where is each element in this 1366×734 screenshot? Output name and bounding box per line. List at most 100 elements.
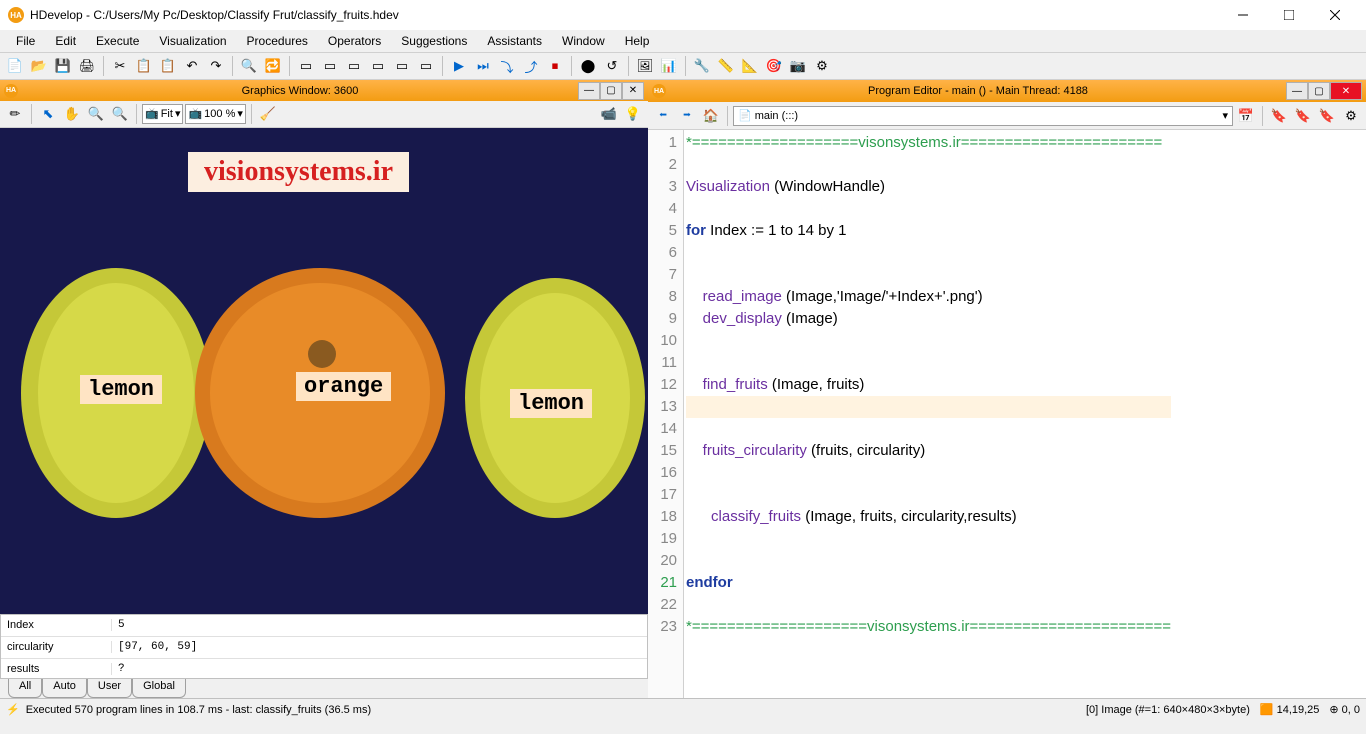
graphics-toolbar: ✏ ⬉ ✋ 🔍 🔍 📺 Fit ▾ 📺 100 % ▾ 🧹 📹 💡 (0, 101, 648, 128)
replace-icon[interactable]: 🔁 (262, 55, 284, 77)
pencil-icon[interactable]: ✏ (4, 103, 26, 125)
label-lemon2: lemon (510, 389, 592, 418)
menu-execute[interactable]: Execute (86, 32, 149, 50)
settings-icon[interactable]: ⚙ (1340, 105, 1362, 127)
menu-file[interactable]: File (6, 32, 45, 50)
bookmark-icon[interactable]: 🔖 (1268, 105, 1290, 127)
graphics-canvas[interactable]: visionsystems.ir lemon orange lemon (0, 128, 648, 614)
new-icon[interactable]: 📄 (4, 55, 26, 77)
exec-icon: ⚡ (6, 703, 20, 716)
cut-icon[interactable]: ✂ (109, 55, 131, 77)
undo-icon[interactable]: ↶ (181, 55, 203, 77)
save-icon[interactable]: 💾 (52, 55, 74, 77)
back-icon[interactable]: ⬅ (652, 105, 674, 127)
pe-min-button[interactable]: — (1286, 82, 1308, 100)
paste-icon[interactable]: 📋 (157, 55, 179, 77)
pe-max-button[interactable]: ▢ (1308, 82, 1330, 100)
breakpoint-icon[interactable]: ⬤ (577, 55, 599, 77)
stop-icon[interactable]: ⏹ (544, 55, 566, 77)
menu-window[interactable]: Window (552, 32, 615, 50)
var-row-results[interactable]: results ? (1, 659, 647, 679)
print-icon[interactable]: 🖨 (76, 55, 98, 77)
maximize-button[interactable] (1266, 0, 1312, 30)
menu-assistants[interactable]: Assistants (477, 32, 552, 50)
assist5-icon[interactable]: 📷 (787, 55, 809, 77)
assist3-icon[interactable]: 📐 (739, 55, 761, 77)
hdevelop-icon: HA (4, 84, 18, 98)
win6-icon[interactable]: ▭ (415, 55, 437, 77)
var-val-circularity: [97, 60, 59] (111, 641, 647, 653)
forward-icon[interactable]: ➡ (676, 105, 698, 127)
assist4-icon[interactable]: 🎯 (763, 55, 785, 77)
bookmark-prev-icon[interactable]: 🔖 (1316, 105, 1338, 127)
main-toolbar: 📄 📂 💾 🖨 ✂ 📋 📋 ↶ ↷ 🔍 🔁 ▭ ▭ ▭ ▭ ▭ ▭ ▶ ⏭ ⤵ … (0, 52, 1366, 80)
graphics-panel: HA Graphics Window: 3600 — ▢ ✕ ✏ ⬉ ✋ 🔍 🔍… (0, 80, 648, 698)
assist1-icon[interactable]: 🔧 (691, 55, 713, 77)
variables-icon[interactable]: 📊 (658, 55, 680, 77)
title-text: HDevelop - C:/Users/My Pc/Desktop/Classi… (30, 8, 399, 22)
pointer-icon[interactable]: ⬉ (37, 103, 59, 125)
code-body[interactable]: *===================visonsystems.ir=====… (684, 130, 1173, 698)
step-into-icon[interactable]: ⤵ (496, 55, 518, 77)
win5-icon[interactable]: ▭ (391, 55, 413, 77)
menu-procedures[interactable]: Procedures (237, 32, 318, 50)
menu-edit[interactable]: Edit (45, 32, 86, 50)
win3-icon[interactable]: ▭ (343, 55, 365, 77)
code-editor[interactable]: 1234567891011121314151617181920212223 *=… (648, 130, 1366, 698)
var-val-results: ? (111, 663, 647, 675)
var-tabs: All Auto User Global (0, 679, 648, 698)
status-image: [0] Image (#=1: 640×480×3×byte) (1086, 704, 1250, 716)
close-button[interactable] (1312, 0, 1358, 30)
assist2-icon[interactable]: 📏 (715, 55, 737, 77)
find-icon[interactable]: 🔍 (238, 55, 260, 77)
var-row-circularity[interactable]: circularity [97, 60, 59] (1, 637, 647, 659)
gw-close-button[interactable]: ✕ (622, 82, 644, 100)
minimize-button[interactable] (1220, 0, 1266, 30)
menu-visualization[interactable]: Visualization (149, 32, 236, 50)
redo-icon[interactable]: ↷ (205, 55, 227, 77)
step-out-icon[interactable]: ⤴ (520, 55, 542, 77)
record-icon[interactable]: 📹 (598, 103, 620, 125)
bookmark-next-icon[interactable]: 🔖 (1292, 105, 1314, 127)
status-coords: 14,19,25 (1277, 704, 1320, 716)
hand-icon[interactable]: ✋ (61, 103, 83, 125)
copy-icon[interactable]: 📋 (133, 55, 155, 77)
home-icon[interactable]: 🏠 (700, 105, 722, 127)
tab-auto[interactable]: Auto (42, 679, 87, 698)
statusbar: ⚡ Executed 570 program lines in 108.7 ms… (0, 698, 1366, 720)
lightbulb-icon[interactable]: 💡 (622, 103, 644, 125)
win1-icon[interactable]: ▭ (295, 55, 317, 77)
gw-max-button[interactable]: ▢ (600, 82, 622, 100)
target-icon: ⊕ (1329, 703, 1338, 716)
zoom-in-icon[interactable]: 🔍 (85, 103, 107, 125)
status-pos: 0, 0 (1342, 704, 1360, 716)
open-icon[interactable]: 📂 (28, 55, 50, 77)
fit-combo[interactable]: 📺 Fit ▾ (142, 104, 183, 124)
run-icon[interactable]: ▶ (448, 55, 470, 77)
procedure-combo[interactable]: 📄 main (:::)▾ (733, 106, 1233, 126)
zoom-combo[interactable]: 📺 100 % ▾ (185, 104, 245, 124)
pe-close-button[interactable]: ✕ (1330, 82, 1362, 100)
status-exec: Executed 570 program lines in 108.7 ms -… (26, 704, 371, 716)
gw-min-button[interactable]: — (578, 82, 600, 100)
win2-icon[interactable]: ▭ (319, 55, 341, 77)
tab-user[interactable]: User (87, 679, 132, 698)
menu-suggestions[interactable]: Suggestions (391, 32, 477, 50)
menubar: File Edit Execute Visualization Procedur… (0, 30, 1366, 52)
step-over-icon[interactable]: ⏭ (472, 55, 494, 77)
menu-operators[interactable]: Operators (318, 32, 391, 50)
zoom-out-icon[interactable]: 🔍 (109, 103, 131, 125)
tab-all[interactable]: All (8, 679, 42, 698)
graphics-icon[interactable]: 🖼 (634, 55, 656, 77)
fit-label: Fit (161, 108, 173, 120)
gutter: 1234567891011121314151617181920212223 (648, 130, 684, 698)
reset-icon[interactable]: ↺ (601, 55, 623, 77)
menu-help[interactable]: Help (615, 32, 660, 50)
tab-global[interactable]: Global (132, 679, 186, 698)
clear-icon[interactable]: 🧹 (257, 103, 279, 125)
color-icon: 🟧 (1260, 703, 1274, 716)
win4-icon[interactable]: ▭ (367, 55, 389, 77)
editor-titlebar: HA Program Editor - main () - Main Threa… (648, 80, 1366, 102)
calendar-icon[interactable]: 📅 (1235, 105, 1257, 127)
assist6-icon[interactable]: ⚙ (811, 55, 833, 77)
